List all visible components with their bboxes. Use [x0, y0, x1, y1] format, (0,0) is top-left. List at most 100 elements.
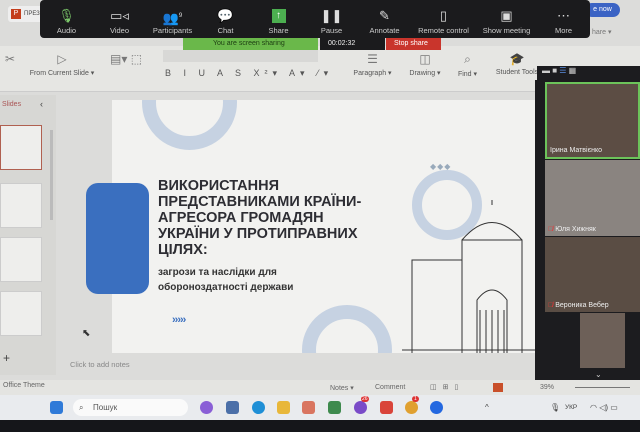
decor-circle	[302, 305, 392, 353]
label: Video	[109, 26, 130, 35]
participant-name: Ірина Матвієнко	[550, 147, 603, 154]
chat-icon: 💬	[217, 8, 234, 23]
label: Chat	[217, 26, 234, 35]
label: More	[554, 26, 573, 35]
zoom-level[interactable]: 39%	[540, 384, 554, 391]
slide-thumbnail[interactable]	[0, 125, 42, 170]
sharing-timer[interactable]: 00:02:32	[320, 38, 385, 50]
decor-circle	[142, 100, 237, 150]
mouse-icon: ▯	[439, 8, 448, 23]
pencil-icon: ✎	[379, 8, 390, 23]
taskbar-search[interactable]: ⌕ Пошук	[73, 399, 188, 416]
participant-name: Юля Хижняк	[555, 226, 596, 233]
add-slide-icon[interactable]: +	[3, 351, 10, 365]
slideshow-icon[interactable]	[493, 383, 503, 392]
share-button[interactable]: ↑ Share	[254, 6, 304, 35]
microphone-icon: 🎙	[58, 8, 75, 23]
label: Drawing ▾	[409, 70, 441, 77]
search-icon: ⌕	[79, 403, 84, 412]
slide-thumbnail[interactable]	[0, 291, 42, 336]
notes-input[interactable]: Click to add notes	[70, 360, 130, 369]
more-icon: ⋯	[557, 8, 570, 23]
chat-button[interactable]: 💬 Chat	[201, 6, 251, 35]
excel-icon[interactable]	[328, 401, 341, 414]
pause-button[interactable]: ❚❚ Pause	[307, 6, 357, 35]
annotate-button[interactable]: ✎ Annotate	[360, 6, 410, 35]
view-buttons[interactable]: ◫⊞▯	[430, 383, 464, 391]
participants-icon: 👥9	[162, 10, 183, 26]
chevrons-decor: ›››››	[172, 314, 186, 326]
label: Paragraph ▾	[353, 70, 392, 77]
app-icon[interactable]	[226, 401, 239, 414]
scroll-down-icon[interactable]: ⌄	[595, 370, 602, 379]
more-button[interactable]: ⋯ More	[539, 6, 589, 35]
zoom-slider[interactable]	[575, 387, 630, 388]
start-icon[interactable]	[50, 401, 63, 414]
comment-button[interactable]: Comment	[375, 384, 405, 391]
participants-button[interactable]: 👥9 Participants	[148, 6, 198, 35]
language-indicator[interactable]: УКР	[565, 404, 577, 411]
label: Find ▾	[457, 71, 478, 78]
notes-button[interactable]: Notes ▾	[330, 384, 354, 392]
audio-button[interactable]: 🎙 Audio	[42, 6, 92, 35]
participant-video[interactable]: 🎙̸ Вероника Вебер	[545, 237, 640, 312]
share-dropdown[interactable]: hare ▾	[592, 28, 611, 36]
scrollbar[interactable]	[50, 130, 53, 220]
video-camera-icon: ▭◃	[110, 8, 129, 23]
status-bar: Office Theme Notes ▾ Comment ◫⊞▯ 39%	[0, 380, 640, 395]
font-select[interactable]	[163, 50, 318, 62]
label: Share	[268, 26, 289, 35]
collapse-panel-icon[interactable]: ‹	[40, 99, 43, 109]
layout-icon[interactable]: ▤▾ ⬚	[110, 52, 142, 69]
label: Audio	[56, 26, 77, 35]
label: Show meeting	[482, 26, 531, 35]
stop-share-button[interactable]: Stop share	[386, 38, 441, 50]
tray-chevron-icon[interactable]: ^	[485, 403, 489, 412]
zoom-meeting-toolbar: 🎙 Audio ▭◃ Video 👥9 Participants 💬 Chat ↑ Sha…	[40, 0, 590, 38]
slide-thumbnail[interactable]	[0, 237, 42, 282]
graduation-cap-icon: 🎓	[509, 52, 525, 66]
pause-icon: ❚❚	[320, 8, 343, 23]
wps-icon[interactable]	[380, 401, 393, 414]
copilot-icon[interactable]	[200, 401, 213, 414]
label: Remote control	[418, 26, 469, 35]
screen-sharing-banner: You are screen sharing	[183, 38, 318, 50]
search-placeholder: Пошук	[93, 403, 118, 412]
slide-subtitle: загрози та наслідки для обороноздатності…	[158, 267, 294, 293]
microphone-tray-icon[interactable]: 🎙	[550, 403, 560, 412]
font-format-buttons[interactable]: B I U A S X²▾ A▾ ⁄▾	[165, 68, 333, 79]
zoom-app-icon[interactable]	[430, 401, 443, 414]
participant-video[interactable]	[580, 313, 625, 368]
muted-mic-icon: 🎙̸	[548, 302, 554, 309]
participant-video[interactable]: 🎙̸ Юля Хижняк	[545, 160, 640, 236]
app-icon[interactable]	[302, 401, 315, 414]
find-button[interactable]: ⌕ Find ▾	[455, 52, 480, 78]
slide-thumbnail[interactable]	[0, 183, 42, 228]
video-button[interactable]: ▭◃ Video	[95, 6, 145, 35]
edge-icon[interactable]	[252, 401, 265, 414]
search-icon: ⌕	[464, 52, 471, 66]
share-icon: ↑	[271, 9, 286, 23]
theme-label: Office Theme	[3, 382, 45, 389]
cut-icon[interactable]: ✂	[5, 52, 15, 69]
show-meeting-button[interactable]: ▣ Show meeting	[478, 6, 536, 35]
blue-accent-shape	[86, 183, 149, 294]
paragraph-button[interactable]: ☰ Paragraph ▾	[350, 52, 395, 77]
network-volume-battery-icons[interactable]: ◠ ◁) ▭	[590, 403, 618, 412]
label: Student Tools	[495, 69, 539, 76]
slides-panel: Slides ‹ +	[0, 95, 56, 375]
participant-video[interactable]: Ірина Матвієнко	[545, 82, 640, 159]
file-explorer-icon[interactable]	[277, 401, 290, 414]
student-tools-button[interactable]: 🎓 Student Tools	[492, 52, 542, 76]
monitor-icon: ▣	[500, 8, 513, 23]
present-button[interactable]: e now	[585, 3, 620, 17]
participant-video-panel: ▬ ■ ☰ ▦ Ірина Матвієнко 🎙̸ Юля Хижняк 🎙̸ В…	[535, 66, 640, 385]
drawing-button[interactable]: ◫ Drawing ▾	[405, 52, 445, 77]
chrome-icon[interactable]: 1	[405, 396, 419, 414]
view-switch-icons[interactable]: ▬ ■ ☰ ▦	[537, 66, 640, 80]
remote-control-button[interactable]: ▯ Remote control	[413, 6, 475, 35]
from-current-slide-button[interactable]: ▷ From Current Slide ▾	[28, 52, 96, 77]
viber-icon[interactable]: 26	[354, 396, 369, 414]
participant-count: 9	[178, 13, 183, 19]
dots-decor: ◆◆◆	[430, 162, 452, 171]
